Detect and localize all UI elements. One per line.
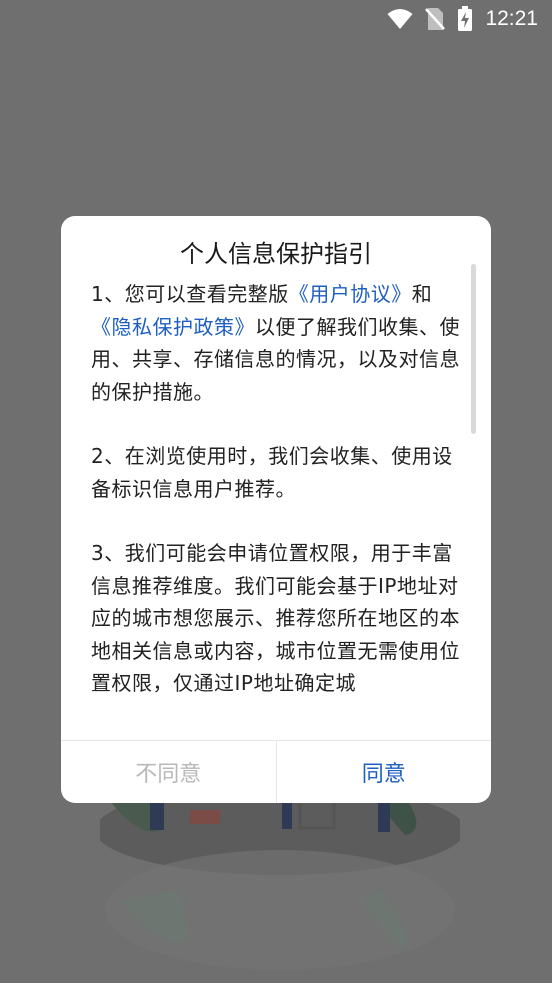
dialog-title: 个人信息保护指引 xyxy=(180,240,372,268)
wifi-icon xyxy=(387,8,413,30)
paragraph-1-conj: 和 xyxy=(411,282,433,306)
paragraph-1-prefix: 1、您可以查看完整版 xyxy=(91,282,289,306)
privacy-policy-link[interactable]: 《隐私保护政策》 xyxy=(91,315,255,339)
paragraph-2: 2、在浏览使用时，我们会收集、使用设备标识信息用户推荐。 xyxy=(91,444,453,501)
no-sim-icon xyxy=(425,7,446,31)
dialog-content[interactable]: 1、您可以查看完整版《用户协议》和《隐私保护政策》以便了解我们收集、使用、共享、… xyxy=(91,278,461,740)
paragraph-1: 1、您可以查看完整版《用户协议》和《隐私保护政策》以便了解我们收集、使用、共享、… xyxy=(91,278,461,408)
user-agreement-link[interactable]: 《用户协议》 xyxy=(289,282,412,306)
background-illustration xyxy=(95,785,465,983)
disagree-button[interactable]: 不同意 xyxy=(61,741,277,803)
dialog-footer: 不同意 同意 xyxy=(61,740,491,803)
agree-button[interactable]: 同意 xyxy=(277,741,492,803)
dialog-scrollbar[interactable] xyxy=(471,264,476,434)
battery-charging-icon xyxy=(457,6,473,32)
status-bar: 12:21 xyxy=(0,0,552,38)
privacy-dialog: 个人信息保护指引 1、您可以查看完整版《用户协议》和《隐私保护政策》以便了解我们… xyxy=(61,216,491,803)
app-screen: 12:21 个人信息保护指引 1、您可以查看完整版《用户协议》和《隐私保护政策》… xyxy=(0,0,552,983)
status-time: 12:21 xyxy=(485,7,538,30)
paragraph-3: 3、我们可能会申请位置权限，用于丰富信息推荐维度。我们可能会基于IP地址对应的城… xyxy=(91,541,460,695)
